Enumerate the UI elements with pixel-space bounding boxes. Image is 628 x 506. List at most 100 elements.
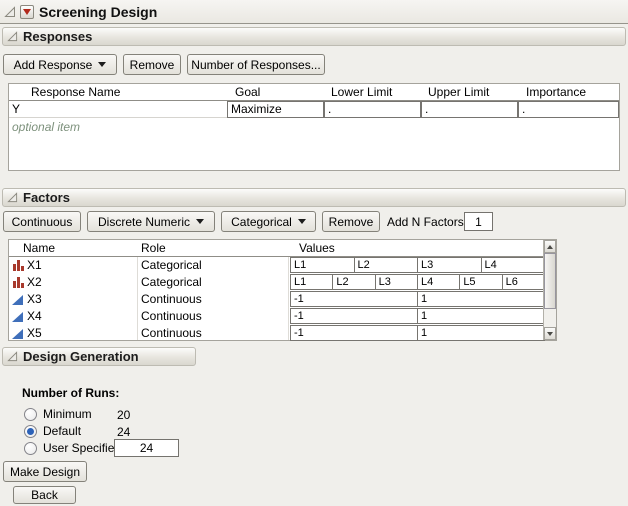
factor-row: X2 Categorical L1 L2 L3 L4 L5 L6 — [9, 274, 545, 291]
remove-response-button[interactable]: Remove — [123, 54, 181, 75]
user-specified-runs-input[interactable] — [114, 439, 179, 457]
value-cell[interactable]: -1 — [290, 308, 418, 324]
radio-icon — [24, 408, 37, 421]
value-cell[interactable]: L2 — [332, 274, 375, 290]
categorical-icon — [13, 260, 24, 271]
remove-factor-button[interactable]: Remove — [322, 211, 380, 232]
discrete-numeric-label: Discrete Numeric — [98, 215, 190, 229]
number-of-responses-button[interactable]: Number of Responses... — [187, 54, 325, 75]
title-bar: Screening Design — [0, 0, 628, 24]
design-generation-header: Design Generation — [2, 347, 196, 366]
factor-role[interactable]: Continuous — [141, 291, 202, 308]
radio-default-label: Default — [43, 424, 81, 438]
disclosure-triangle-icon[interactable] — [7, 192, 18, 203]
optional-item-row[interactable]: optional item — [12, 119, 80, 136]
default-runs-value: 24 — [117, 425, 130, 439]
add-response-label: Add Response — [14, 58, 93, 72]
page-title: Screening Design — [39, 4, 157, 20]
factors-scrollbar[interactable] — [543, 240, 556, 340]
responses-title: Responses — [23, 29, 92, 44]
factor-values: -1 1 — [290, 308, 545, 325]
make-design-button[interactable]: Make Design — [3, 461, 87, 482]
continuous-icon — [12, 312, 23, 322]
factor-role[interactable]: Categorical — [141, 274, 202, 291]
col-name: Name — [23, 240, 55, 257]
radio-default[interactable]: Default — [24, 424, 81, 438]
remove-factor-label: Remove — [329, 215, 374, 229]
lower-limit-cell[interactable]: . — [324, 101, 421, 118]
value-cell[interactable]: L5 — [459, 274, 502, 290]
responses-header: Responses — [2, 27, 626, 46]
disclosure-triangle-icon[interactable] — [7, 31, 18, 42]
chevron-down-icon — [196, 219, 204, 224]
value-cell[interactable]: L1 — [290, 257, 355, 273]
categorical-button[interactable]: Categorical — [221, 211, 316, 232]
upper-limit-cell[interactable]: . — [421, 101, 518, 118]
continuous-icon — [12, 295, 23, 305]
value-cell[interactable]: 1 — [417, 308, 545, 324]
factor-row: X5 Continuous -1 1 — [9, 325, 545, 342]
discrete-numeric-button[interactable]: Discrete Numeric — [87, 211, 215, 232]
radio-icon — [24, 442, 37, 455]
goal-cell[interactable]: Maximize — [227, 101, 324, 118]
scroll-down-icon[interactable] — [544, 327, 556, 340]
remove-response-label: Remove — [130, 58, 175, 72]
radio-selected-icon — [24, 425, 37, 438]
factors-table-header: Name Role Values — [9, 240, 543, 257]
red-triangle-menu-icon[interactable] — [20, 5, 34, 19]
factor-role[interactable]: Categorical — [141, 257, 202, 274]
factor-name[interactable]: X4 — [27, 308, 42, 325]
add-n-factors-input[interactable] — [464, 212, 493, 231]
col-goal: Goal — [235, 84, 260, 101]
factor-name[interactable]: X3 — [27, 291, 42, 308]
importance-cell[interactable]: . — [518, 101, 619, 118]
factor-name[interactable]: X1 — [27, 257, 42, 274]
col-role: Role — [141, 240, 166, 257]
radio-minimum[interactable]: Minimum — [24, 407, 92, 421]
col-importance: Importance — [526, 84, 586, 101]
factor-values: L1 L2 L3 L4 L5 L6 — [290, 274, 545, 291]
responses-table-header: Response Name Goal Lower Limit Upper Lim… — [9, 84, 619, 101]
value-cell[interactable]: -1 — [290, 291, 418, 307]
value-cell[interactable]: 1 — [417, 291, 545, 307]
scrollbar-thumb[interactable] — [544, 253, 556, 309]
response-name-cell[interactable]: Y — [12, 101, 20, 118]
categorical-icon — [13, 277, 24, 288]
value-cell[interactable]: 1 — [417, 325, 545, 341]
factor-row: X4 Continuous -1 1 — [9, 308, 545, 325]
radio-minimum-label: Minimum — [43, 407, 92, 421]
radio-user-specified[interactable]: User Specified — [24, 441, 121, 455]
factor-values: -1 1 — [290, 325, 545, 342]
factors-table: Name Role Values X1 Categorical L1 L2 L3… — [8, 239, 557, 341]
screening-design-window: Screening Design Responses Add Response … — [0, 0, 628, 506]
continuous-button[interactable]: Continuous — [3, 211, 81, 232]
disclosure-triangle-icon[interactable] — [7, 351, 18, 362]
factor-name[interactable]: X2 — [27, 274, 42, 291]
continuous-label: Continuous — [12, 215, 73, 229]
design-generation-title: Design Generation — [23, 349, 139, 364]
value-cell[interactable]: L6 — [502, 274, 545, 290]
categorical-label: Categorical — [231, 215, 292, 229]
chevron-down-icon — [298, 219, 306, 224]
factor-row: X1 Categorical L1 L2 L3 L4 — [9, 257, 545, 274]
value-cell[interactable]: L4 — [417, 274, 460, 290]
value-cell[interactable]: L3 — [375, 274, 418, 290]
col-response-name: Response Name — [31, 84, 120, 101]
value-cell[interactable]: L1 — [290, 274, 333, 290]
red-triangle-icon — [23, 9, 31, 15]
factor-name[interactable]: X5 — [27, 325, 42, 342]
factor-role[interactable]: Continuous — [141, 325, 202, 342]
value-cell[interactable]: L3 — [417, 257, 482, 273]
factor-role[interactable]: Continuous — [141, 308, 202, 325]
value-cell[interactable]: L4 — [481, 257, 546, 273]
radio-user-specified-label: User Specified — [43, 441, 121, 455]
value-cell[interactable]: -1 — [290, 325, 418, 341]
col-lower-limit: Lower Limit — [331, 84, 392, 101]
value-cell[interactable]: L2 — [354, 257, 419, 273]
back-button[interactable]: Back — [13, 486, 76, 504]
scroll-up-icon[interactable] — [544, 240, 556, 253]
add-response-button[interactable]: Add Response — [3, 54, 117, 75]
disclosure-triangle-icon[interactable] — [4, 6, 16, 18]
factors-title: Factors — [23, 190, 70, 205]
back-label: Back — [31, 488, 58, 502]
